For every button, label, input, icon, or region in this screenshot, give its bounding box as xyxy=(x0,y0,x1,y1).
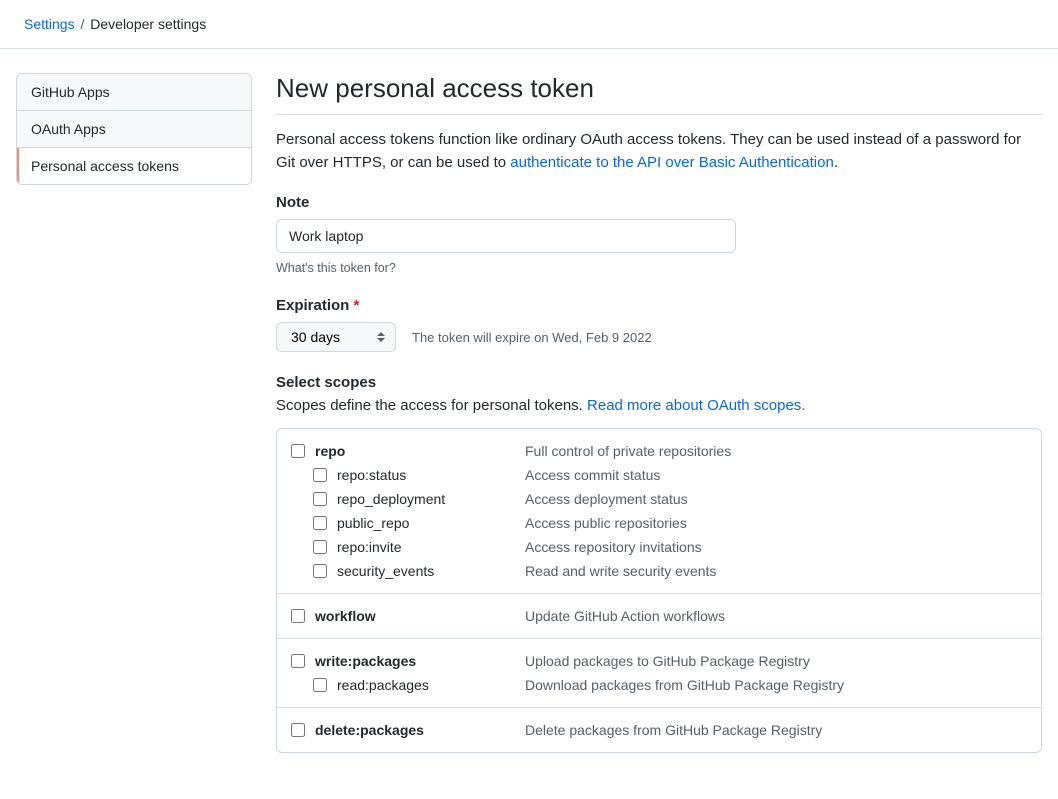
scope-checkbox[interactable] xyxy=(291,723,305,737)
scope-name: repo:status xyxy=(337,467,525,483)
sidebar-item-github-apps[interactable]: GitHub Apps xyxy=(17,74,251,111)
scope-checkbox[interactable] xyxy=(313,540,327,554)
scope-description: Full control of private repositories xyxy=(525,443,731,459)
scope-checkbox[interactable] xyxy=(313,492,327,506)
scope-name: repo_deployment xyxy=(337,491,525,507)
main-content: New personal access token Personal acces… xyxy=(276,73,1042,775)
scope-description: Delete packages from GitHub Package Regi… xyxy=(525,722,822,738)
scope-checkbox[interactable] xyxy=(313,468,327,482)
scope-checkbox[interactable] xyxy=(291,444,305,458)
scopes-description: Scopes define the access for personal to… xyxy=(276,397,1042,414)
scope-description: Access public repositories xyxy=(525,515,687,531)
scope-name: write:packages xyxy=(315,653,525,669)
scope-name: security_events xyxy=(337,563,525,579)
scope-row: workflowUpdate GitHub Action workflows xyxy=(291,604,1027,628)
scope-row: write:packagesUpload packages to GitHub … xyxy=(291,649,1027,673)
breadcrumb-separator: / xyxy=(80,16,84,32)
scope-name: read:packages xyxy=(337,677,525,693)
auth-api-link[interactable]: authenticate to the API over Basic Authe… xyxy=(510,154,834,171)
page-description: Personal access tokens function like ord… xyxy=(276,129,1042,174)
scope-description: Read and write security events xyxy=(525,563,716,579)
scope-name: delete:packages xyxy=(315,722,525,738)
scope-name: workflow xyxy=(315,608,525,624)
scope-name: repo:invite xyxy=(337,539,525,555)
scope-checkbox[interactable] xyxy=(291,609,305,623)
breadcrumb-current: Developer settings xyxy=(90,16,206,32)
scope-row: security_eventsRead and write security e… xyxy=(291,559,1027,583)
breadcrumb: Settings / Developer settings xyxy=(0,0,1058,49)
required-marker: * xyxy=(354,297,360,314)
note-helper: What's this token for? xyxy=(276,261,1042,275)
expiration-note: The token will expire on Wed, Feb 9 2022 xyxy=(412,330,652,345)
note-label: Note xyxy=(276,194,1042,211)
scope-row: read:packagesDownload packages from GitH… xyxy=(291,673,1027,697)
scope-row: repoFull control of private repositories xyxy=(291,439,1027,463)
scope-group: repoFull control of private repositories… xyxy=(277,429,1041,594)
scope-row: repo:statusAccess commit status xyxy=(291,463,1027,487)
scope-description: Access deployment status xyxy=(525,491,688,507)
expiration-label: Expiration * xyxy=(276,297,1042,314)
scope-description: Access commit status xyxy=(525,467,660,483)
sidebar: GitHub Apps OAuth Apps Personal access t… xyxy=(16,73,252,775)
page-title: New personal access token xyxy=(276,73,1042,115)
scope-description: Update GitHub Action workflows xyxy=(525,608,725,624)
scope-checkbox[interactable] xyxy=(313,516,327,530)
sidebar-item-oauth-apps[interactable]: OAuth Apps xyxy=(17,111,251,148)
scope-group: delete:packagesDelete packages from GitH… xyxy=(277,708,1041,752)
scope-group: write:packagesUpload packages to GitHub … xyxy=(277,639,1041,708)
scope-description: Access repository invitations xyxy=(525,539,702,555)
scope-group: workflowUpdate GitHub Action workflows xyxy=(277,594,1041,639)
note-input[interactable] xyxy=(276,219,736,253)
expiration-select[interactable]: 30 days xyxy=(276,322,396,352)
scope-checkbox[interactable] xyxy=(313,678,327,692)
scope-checkbox[interactable] xyxy=(313,564,327,578)
scope-description: Upload packages to GitHub Package Regist… xyxy=(525,653,810,669)
scopes-heading: Select scopes xyxy=(276,374,1042,391)
scope-row: public_repoAccess public repositories xyxy=(291,511,1027,535)
scope-name: public_repo xyxy=(337,515,525,531)
caret-updown-icon xyxy=(377,332,385,342)
scope-row: delete:packagesDelete packages from GitH… xyxy=(291,718,1027,742)
scope-checkbox[interactable] xyxy=(291,654,305,668)
scopes-table: repoFull control of private repositories… xyxy=(276,428,1042,753)
sidebar-item-personal-access-tokens[interactable]: Personal access tokens xyxy=(17,148,251,184)
scope-name: repo xyxy=(315,443,525,459)
scope-description: Download packages from GitHub Package Re… xyxy=(525,677,844,693)
breadcrumb-root-link[interactable]: Settings xyxy=(24,16,75,32)
scope-row: repo:inviteAccess repository invitations xyxy=(291,535,1027,559)
scope-row: repo_deploymentAccess deployment status xyxy=(291,487,1027,511)
oauth-scopes-link[interactable]: Read more about OAuth scopes. xyxy=(587,397,805,414)
